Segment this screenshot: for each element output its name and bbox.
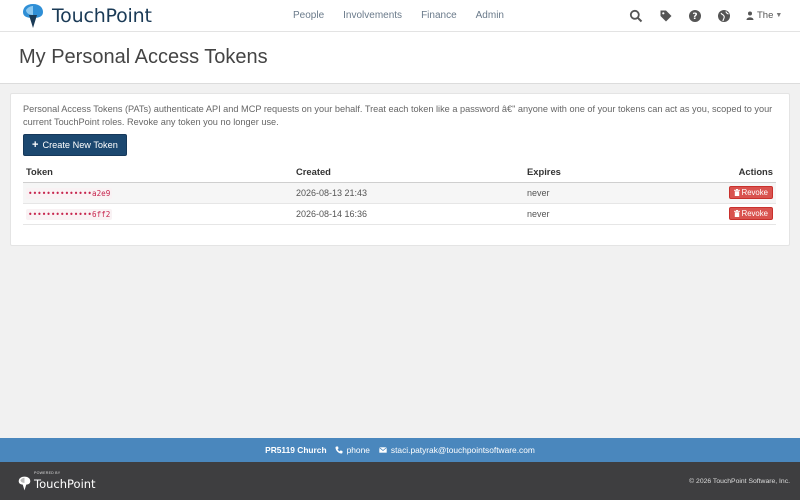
- token-value: ••••••••••••••6ff2: [26, 208, 113, 220]
- search-icon[interactable]: [629, 9, 643, 23]
- trash-icon: [733, 189, 740, 196]
- revoke-label: Revoke: [741, 188, 768, 197]
- actions-cell: Revoke: [674, 182, 776, 204]
- help-icon[interactable]: ?: [688, 9, 702, 23]
- page-header: My Personal Access Tokens: [0, 32, 800, 84]
- footer: POWERED BY TouchPoint © 2026 TouchPoint …: [0, 462, 800, 500]
- brand-name: TouchPoint: [52, 5, 152, 27]
- token-cell: ••••••••••••••a2e9: [23, 182, 293, 204]
- phone-link[interactable]: phone: [347, 445, 370, 455]
- envelope-icon: [378, 447, 387, 453]
- top-navbar: TouchPoint People Involvements Finance A…: [0, 0, 800, 32]
- revoke-button[interactable]: Revoke: [728, 186, 773, 199]
- create-new-token-button[interactable]: + Create New Token: [23, 134, 127, 156]
- created-cell: 2026-08-13 21:43: [293, 182, 524, 204]
- actions-cell: Revoke: [674, 203, 776, 225]
- touchpoint-logo-icon: [18, 476, 31, 491]
- main-nav: People Involvements Finance Admin: [293, 10, 523, 21]
- footer-contact-bar: PR5119 Church phone staci.patyrak@touchp…: [0, 438, 800, 462]
- nav-finance[interactable]: Finance: [421, 10, 457, 21]
- nav-people[interactable]: People: [293, 10, 324, 21]
- user-menu[interactable]: The ▼: [746, 10, 782, 21]
- create-new-token-label: Create New Token: [42, 140, 118, 150]
- table-row: ••••••••••••••6ff2 2026-08-14 16:36 neve…: [23, 203, 776, 225]
- column-header-token: Token: [23, 162, 293, 183]
- touchpoint-logo-icon: [23, 4, 43, 28]
- chevron-down-icon: ▼: [775, 12, 783, 19]
- table-header-row: Token Created Expires Actions: [23, 162, 776, 183]
- svg-text:?: ?: [692, 12, 697, 22]
- phone-icon: [335, 446, 343, 454]
- expires-cell: never: [524, 203, 674, 225]
- tokens-table: Token Created Expires Actions ••••••••••…: [23, 162, 776, 225]
- user-icon: [746, 11, 754, 20]
- brand-logo-link[interactable]: TouchPoint: [22, 3, 152, 29]
- tag-icon[interactable]: [659, 9, 673, 23]
- church-name: PR5119 Church: [265, 445, 327, 455]
- globe-icon[interactable]: [717, 9, 731, 23]
- footer-brand-name: TouchPoint: [34, 476, 96, 491]
- tokens-description: Personal Access Tokens (PATs) authentica…: [23, 104, 773, 127]
- revoke-button[interactable]: Revoke: [728, 207, 773, 220]
- page-title: My Personal Access Tokens: [19, 46, 268, 68]
- nav-admin[interactable]: Admin: [476, 10, 504, 21]
- powered-by-text: POWERED BY: [34, 471, 61, 475]
- column-header-created: Created: [293, 162, 524, 183]
- tokens-panel: Personal Access Tokens (PATs) authentica…: [10, 93, 790, 246]
- table-row: ••••••••••••••a2e9 2026-08-13 21:43 neve…: [23, 182, 776, 204]
- user-name: The: [757, 10, 774, 21]
- copyright-text: © 2026 TouchPoint Software, Inc.: [689, 478, 790, 485]
- created-cell: 2026-08-14 16:36: [293, 203, 524, 225]
- token-cell: ••••••••••••••6ff2: [23, 203, 293, 225]
- column-header-expires: Expires: [524, 162, 674, 183]
- revoke-label: Revoke: [741, 209, 768, 218]
- trash-icon: [733, 210, 740, 217]
- token-value: ••••••••••••••a2e9: [26, 187, 113, 199]
- expires-cell: never: [524, 182, 674, 204]
- plus-icon: +: [32, 139, 39, 151]
- nav-involvements[interactable]: Involvements: [343, 10, 402, 21]
- column-header-actions: Actions: [674, 162, 776, 183]
- email-link[interactable]: staci.patyrak@touchpointsoftware.com: [391, 445, 535, 455]
